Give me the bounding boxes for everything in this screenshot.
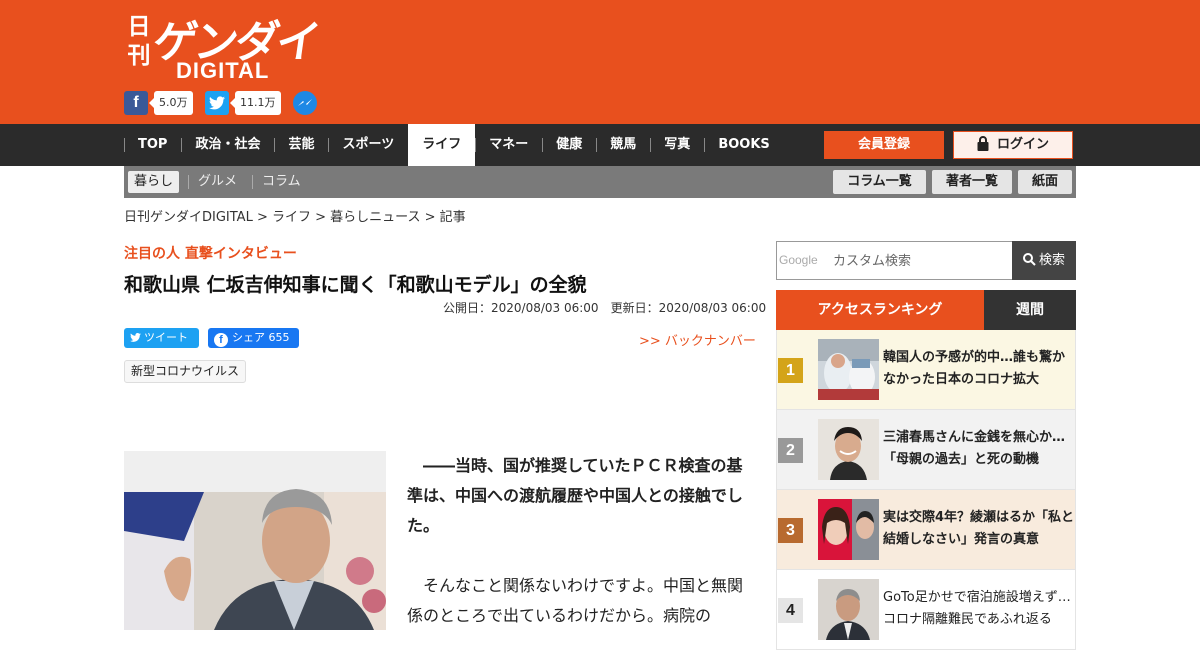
nav-item-politics[interactable]: 政治・社会 [181,124,274,166]
site-header: 日刊 ゲンダイ DIGITAL f 5.0万 11.1万 [0,0,1200,124]
article-dates: 公開日：2020/08/03 06:00 更新日：2020/08/03 06:00 [443,299,766,316]
author-list-button[interactable]: 著者一覧 [932,170,1012,194]
subnav-item-gourmet[interactable]: グルメ [198,171,237,193]
login-label: ログイン [996,137,1049,152]
subnav-item-column[interactable]: コラム [262,171,301,193]
google-brand: Google [779,253,818,267]
logo-latin: DIGITAL [176,58,270,83]
tab-weekly[interactable]: 週間 [984,290,1076,330]
nav-item-money[interactable]: マネー [475,124,542,166]
article-kicker[interactable]: 注目の人 直撃インタビュー [124,243,297,263]
tab-access-ranking[interactable]: アクセスランキング [776,290,984,330]
facebook-share[interactable]: f 5.0万 [124,91,193,115]
rank-badge: 2 [778,438,803,463]
nav-item-books[interactable]: BOOKS [704,124,783,166]
site-logo[interactable]: 日刊 ゲンダイ DIGITAL [126,10,321,84]
login-button[interactable]: ログイン [953,131,1073,159]
nav-item-health[interactable]: 健康 [542,124,596,166]
ranking-item-1[interactable]: 1 韓国人の予感が的中…誰も驚かなかった日本のコロナ拡大 [776,330,1076,410]
rank-badge: 1 [778,358,803,383]
paper-button[interactable]: 紙面 [1018,170,1072,194]
back-number-link[interactable]: >> バックナンバー [639,330,756,349]
search-button[interactable]: 検索 [1012,241,1076,280]
register-button[interactable]: 会員登録 [824,131,944,159]
twitter-share[interactable]: 11.1万 [205,91,281,115]
breadcrumb[interactable]: 日刊ゲンダイDIGITAL > ライフ > 暮らしニュース > 記事 [124,206,466,225]
ranking-title: GoTo足かせで宿泊施設増えず…コロナ隔離難民であふれ返る [883,590,1071,627]
ranking-thumbnail [818,419,879,480]
subnav-divider [252,175,253,189]
twitter-icon [130,333,141,342]
ranking-item-3[interactable]: 3 実は交際4年？綾瀬はるか「私と結婚しなさい」発言の真意 [776,490,1076,570]
column-list-button[interactable]: コラム一覧 [833,170,926,194]
subnav-item-kurashi[interactable]: 暮らし [128,171,180,193]
ranking-title: 韓国人の予感が的中…誰も驚かなかった日本のコロナ拡大 [883,350,1066,387]
ranking-item-4[interactable]: 4 GoTo足かせで宿泊施設増えず…コロナ隔離難民であふれ返る [776,570,1076,650]
article-title: 和歌山県 仁坂吉伸知事に聞く「和歌山モデル」の全貌 [124,274,587,296]
updated-date: 更新日：2020/08/03 06:00 [610,301,767,315]
twitter-count: 11.1万 [230,91,281,115]
published-date: 公開日：2020/08/03 06:00 [443,301,599,315]
tweet-button[interactable]: ツイート [124,328,199,348]
ranking-title: 三浦春馬さんに金銭を無心か…「母親の過去」と死の動機 [883,430,1066,467]
nav-item-life[interactable]: ライフ [408,124,476,166]
search-input[interactable] [833,250,1003,272]
subnav-divider [188,175,189,189]
facebook-icon: f [124,91,148,115]
rank-badge: 3 [778,518,803,543]
share-count: 655 [268,331,290,344]
article-photo [124,451,386,630]
lock-icon [977,135,989,161]
topic-tag[interactable]: 新型コロナウイルス [124,360,247,383]
nav-item-keiba[interactable]: 競馬 [596,124,650,166]
share-label: シェア [232,331,265,344]
site-search: Google 検索 [776,241,1076,280]
search-icon [1022,253,1036,266]
tweet-label: ツイート [144,331,188,344]
facebook-count: 5.0万 [149,91,193,115]
twitter-icon [205,91,229,115]
interview-question: ――当時、国が推奨していたＰＣＲ検査の基準は、中国への渡航履歴や中国人との接触で… [407,456,743,535]
nav-item-photo[interactable]: 写真 [650,124,704,166]
ranking-title: 実は交際4年？綾瀬はるか「私と結婚しなさい」発言の真意 [883,510,1075,547]
logo-kanji: 日刊 [127,13,151,69]
search-button-label: 検索 [1038,253,1065,268]
facebook-share-button[interactable]: f シェア 655 [208,328,299,348]
nav-item-entertainment[interactable]: 芸能 [274,124,328,166]
facebook-icon: f [214,333,228,347]
rank-badge: 4 [778,598,803,623]
nav-item-top[interactable]: TOP [124,124,181,166]
ranking-thumbnail [818,499,879,560]
nav-item-sports[interactable]: スポーツ [328,124,408,166]
sub-nav: 暮らし グルメ コラム コラム一覧 著者一覧 紙面 [124,166,1076,198]
ranking-item-2[interactable]: 2 三浦春馬さんに金銭を無心か…「母親の過去」と死の動機 [776,410,1076,490]
ranking-tabs: アクセスランキング 週間 [776,290,1076,330]
ranking-thumbnail [818,339,879,400]
messenger-icon[interactable] [293,91,317,115]
ranking-thumbnail [818,579,879,640]
interview-answer: そんなこと関係ないわけですよ。中国と無関係のところで出ているわけだから。病院の [407,576,744,625]
